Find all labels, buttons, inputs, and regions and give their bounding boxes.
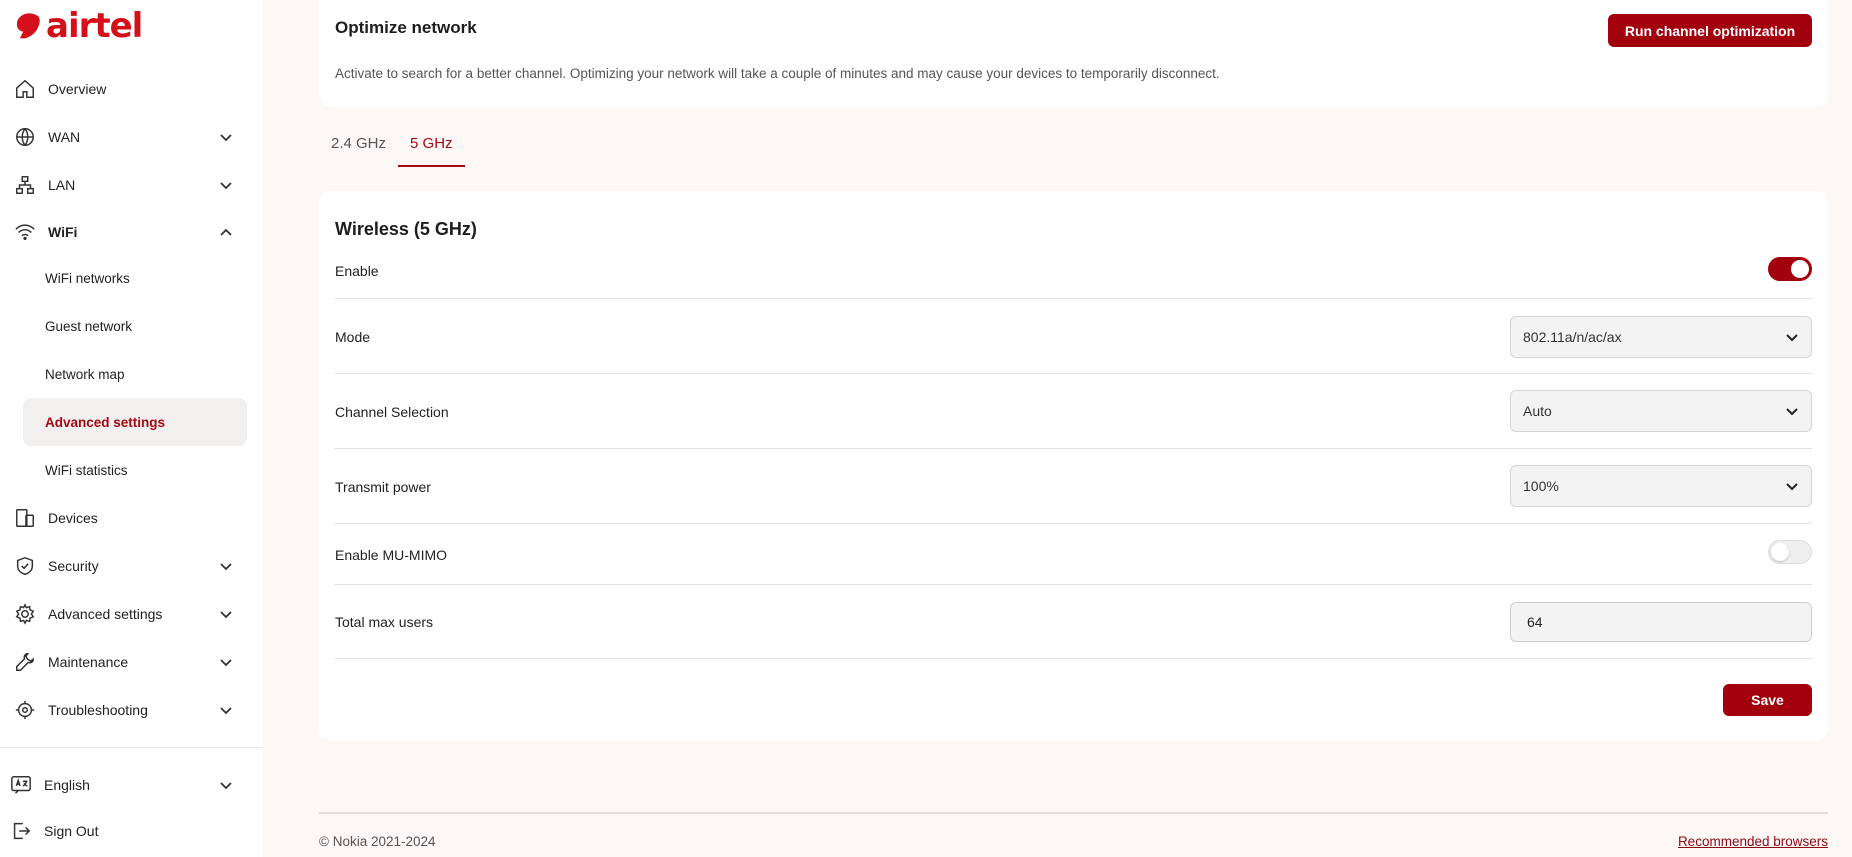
wireless-title: Wireless (5 GHz): [335, 219, 477, 239]
sign-out-label: Sign Out: [44, 823, 99, 839]
language-selector[interactable]: English: [0, 762, 263, 808]
channel-selection-value: Auto: [1523, 403, 1552, 419]
wireless-settings-card: Wireless (5 GHz) Enable Mode 802.11a/n/a…: [319, 191, 1828, 741]
transmit-power-value: 100%: [1523, 478, 1559, 494]
optimize-network-title: Optimize network: [335, 18, 477, 37]
sidebar-item-label: WAN: [48, 129, 81, 145]
mode-select[interactable]: 802.11a/n/ac/ax: [1510, 316, 1812, 358]
sidebar-item-troubleshooting[interactable]: Troubleshooting: [0, 686, 263, 734]
sidebar-item-lan[interactable]: LAN: [0, 161, 263, 209]
channel-selection-label: Channel Selection: [335, 404, 449, 420]
optimize-network-card: Optimize network Activate to search for …: [319, 0, 1828, 107]
enable-toggle[interactable]: [1768, 257, 1812, 281]
transmit-power-label: Transmit power: [335, 479, 431, 495]
copyright: © Nokia 2021-2024: [319, 834, 436, 849]
target-icon: [14, 699, 36, 721]
brand-name: airtel: [46, 6, 143, 46]
run-channel-optimization-button[interactable]: Run channel optimization: [1608, 14, 1812, 47]
chevron-down-icon: [219, 778, 233, 792]
sidebar-subitem-advanced-settings[interactable]: Advanced settings: [23, 398, 247, 446]
sidebar-subitem-guest-network[interactable]: Guest network: [0, 302, 263, 350]
sidebar-item-security[interactable]: Security: [0, 542, 263, 590]
sidebar-nav: Overview WAN LAN WiFi WiFi networks Gues…: [0, 65, 263, 734]
sidebar-subitem-wifi-networks[interactable]: WiFi networks: [0, 254, 263, 302]
language-label: English: [44, 777, 90, 793]
tab-2-4-ghz[interactable]: 2.4 GHz: [319, 127, 398, 167]
sidebar-item-overview[interactable]: Overview: [0, 65, 263, 113]
chevron-up-icon: [219, 226, 233, 240]
sidebar-item-wifi[interactable]: WiFi: [0, 209, 263, 254]
devices-icon: [14, 507, 36, 529]
chevron-down-icon: [219, 559, 233, 573]
network-icon: [14, 174, 36, 196]
mu-mimo-label: Enable MU-MIMO: [335, 547, 448, 563]
chevron-down-icon: [219, 703, 233, 717]
sidebar-item-maintenance[interactable]: Maintenance: [0, 638, 263, 686]
max-users-input[interactable]: [1510, 602, 1812, 642]
footer-divider: [319, 812, 1828, 814]
mu-mimo-row: Enable MU-MIMO: [335, 524, 1812, 585]
chevron-down-icon: [219, 178, 233, 192]
home-icon: [14, 78, 36, 100]
save-button[interactable]: Save: [1723, 684, 1812, 716]
sign-out-icon: [10, 820, 32, 842]
chevron-down-icon: [219, 607, 233, 621]
chevron-down-icon: [1785, 330, 1799, 344]
globe-icon: [14, 126, 36, 148]
sidebar-item-label: Maintenance: [48, 654, 129, 670]
gear-icon: [14, 603, 36, 625]
sidebar-divider: [0, 747, 263, 748]
sidebar-item-wan[interactable]: WAN: [0, 113, 263, 161]
sidebar-item-label: Security: [48, 558, 99, 574]
max-users-label: Total max users: [335, 614, 434, 630]
mode-value: 802.11a/n/ac/ax: [1523, 329, 1622, 345]
airtel-logo[interactable]: airtel: [14, 6, 143, 46]
channel-selection-select[interactable]: Auto: [1510, 390, 1812, 432]
chevron-down-icon: [1785, 479, 1799, 493]
sidebar-item-label: Devices: [48, 510, 98, 526]
sidebar-item-label: Troubleshooting: [48, 702, 148, 718]
enable-label: Enable: [335, 263, 379, 279]
sidebar-item-label: LAN: [48, 177, 76, 193]
airtel-logo-icon: [16, 13, 40, 39]
wifi-icon: [14, 221, 36, 243]
enable-row: Enable: [335, 253, 1812, 299]
sign-out-button[interactable]: Sign Out: [0, 808, 263, 854]
channel-selection-row: Channel Selection Auto: [335, 374, 1812, 449]
shield-icon: [14, 555, 36, 577]
chevron-down-icon: [219, 655, 233, 669]
tab-5-ghz[interactable]: 5 GHz: [398, 127, 465, 167]
mode-row: Mode 802.11a/n/ac/ax: [335, 299, 1812, 374]
recommended-browsers-link[interactable]: Recommended browsers: [1678, 834, 1828, 849]
sidebar-item-label: Overview: [48, 81, 107, 97]
sidebar-subitem-network-map[interactable]: Network map: [0, 350, 263, 398]
sidebar-item-label: Advanced settings: [48, 606, 163, 622]
sidebar-item-advanced-settings[interactable]: Advanced settings: [0, 590, 263, 638]
chevron-down-icon: [219, 130, 233, 144]
sidebar-subitem-wifi-statistics[interactable]: WiFi statistics: [0, 446, 263, 494]
transmit-power-row: Transmit power 100%: [335, 449, 1812, 524]
max-users-row: Total max users: [335, 585, 1812, 659]
wrench-icon: [14, 651, 36, 673]
sidebar: airtel Overview WAN LAN WiFi WiFi networ…: [0, 0, 263, 857]
chevron-down-icon: [1785, 404, 1799, 418]
band-tabs: 2.4 GHz 5 GHz: [319, 127, 465, 167]
sidebar-item-devices[interactable]: Devices: [0, 494, 263, 542]
sidebar-item-label: WiFi: [48, 223, 78, 240]
mu-mimo-toggle[interactable]: [1768, 540, 1812, 564]
transmit-power-select[interactable]: 100%: [1510, 465, 1812, 507]
language-icon: [10, 774, 32, 796]
optimize-network-description: Activate to search for a better channel.…: [335, 66, 1220, 81]
mode-label: Mode: [335, 329, 371, 345]
